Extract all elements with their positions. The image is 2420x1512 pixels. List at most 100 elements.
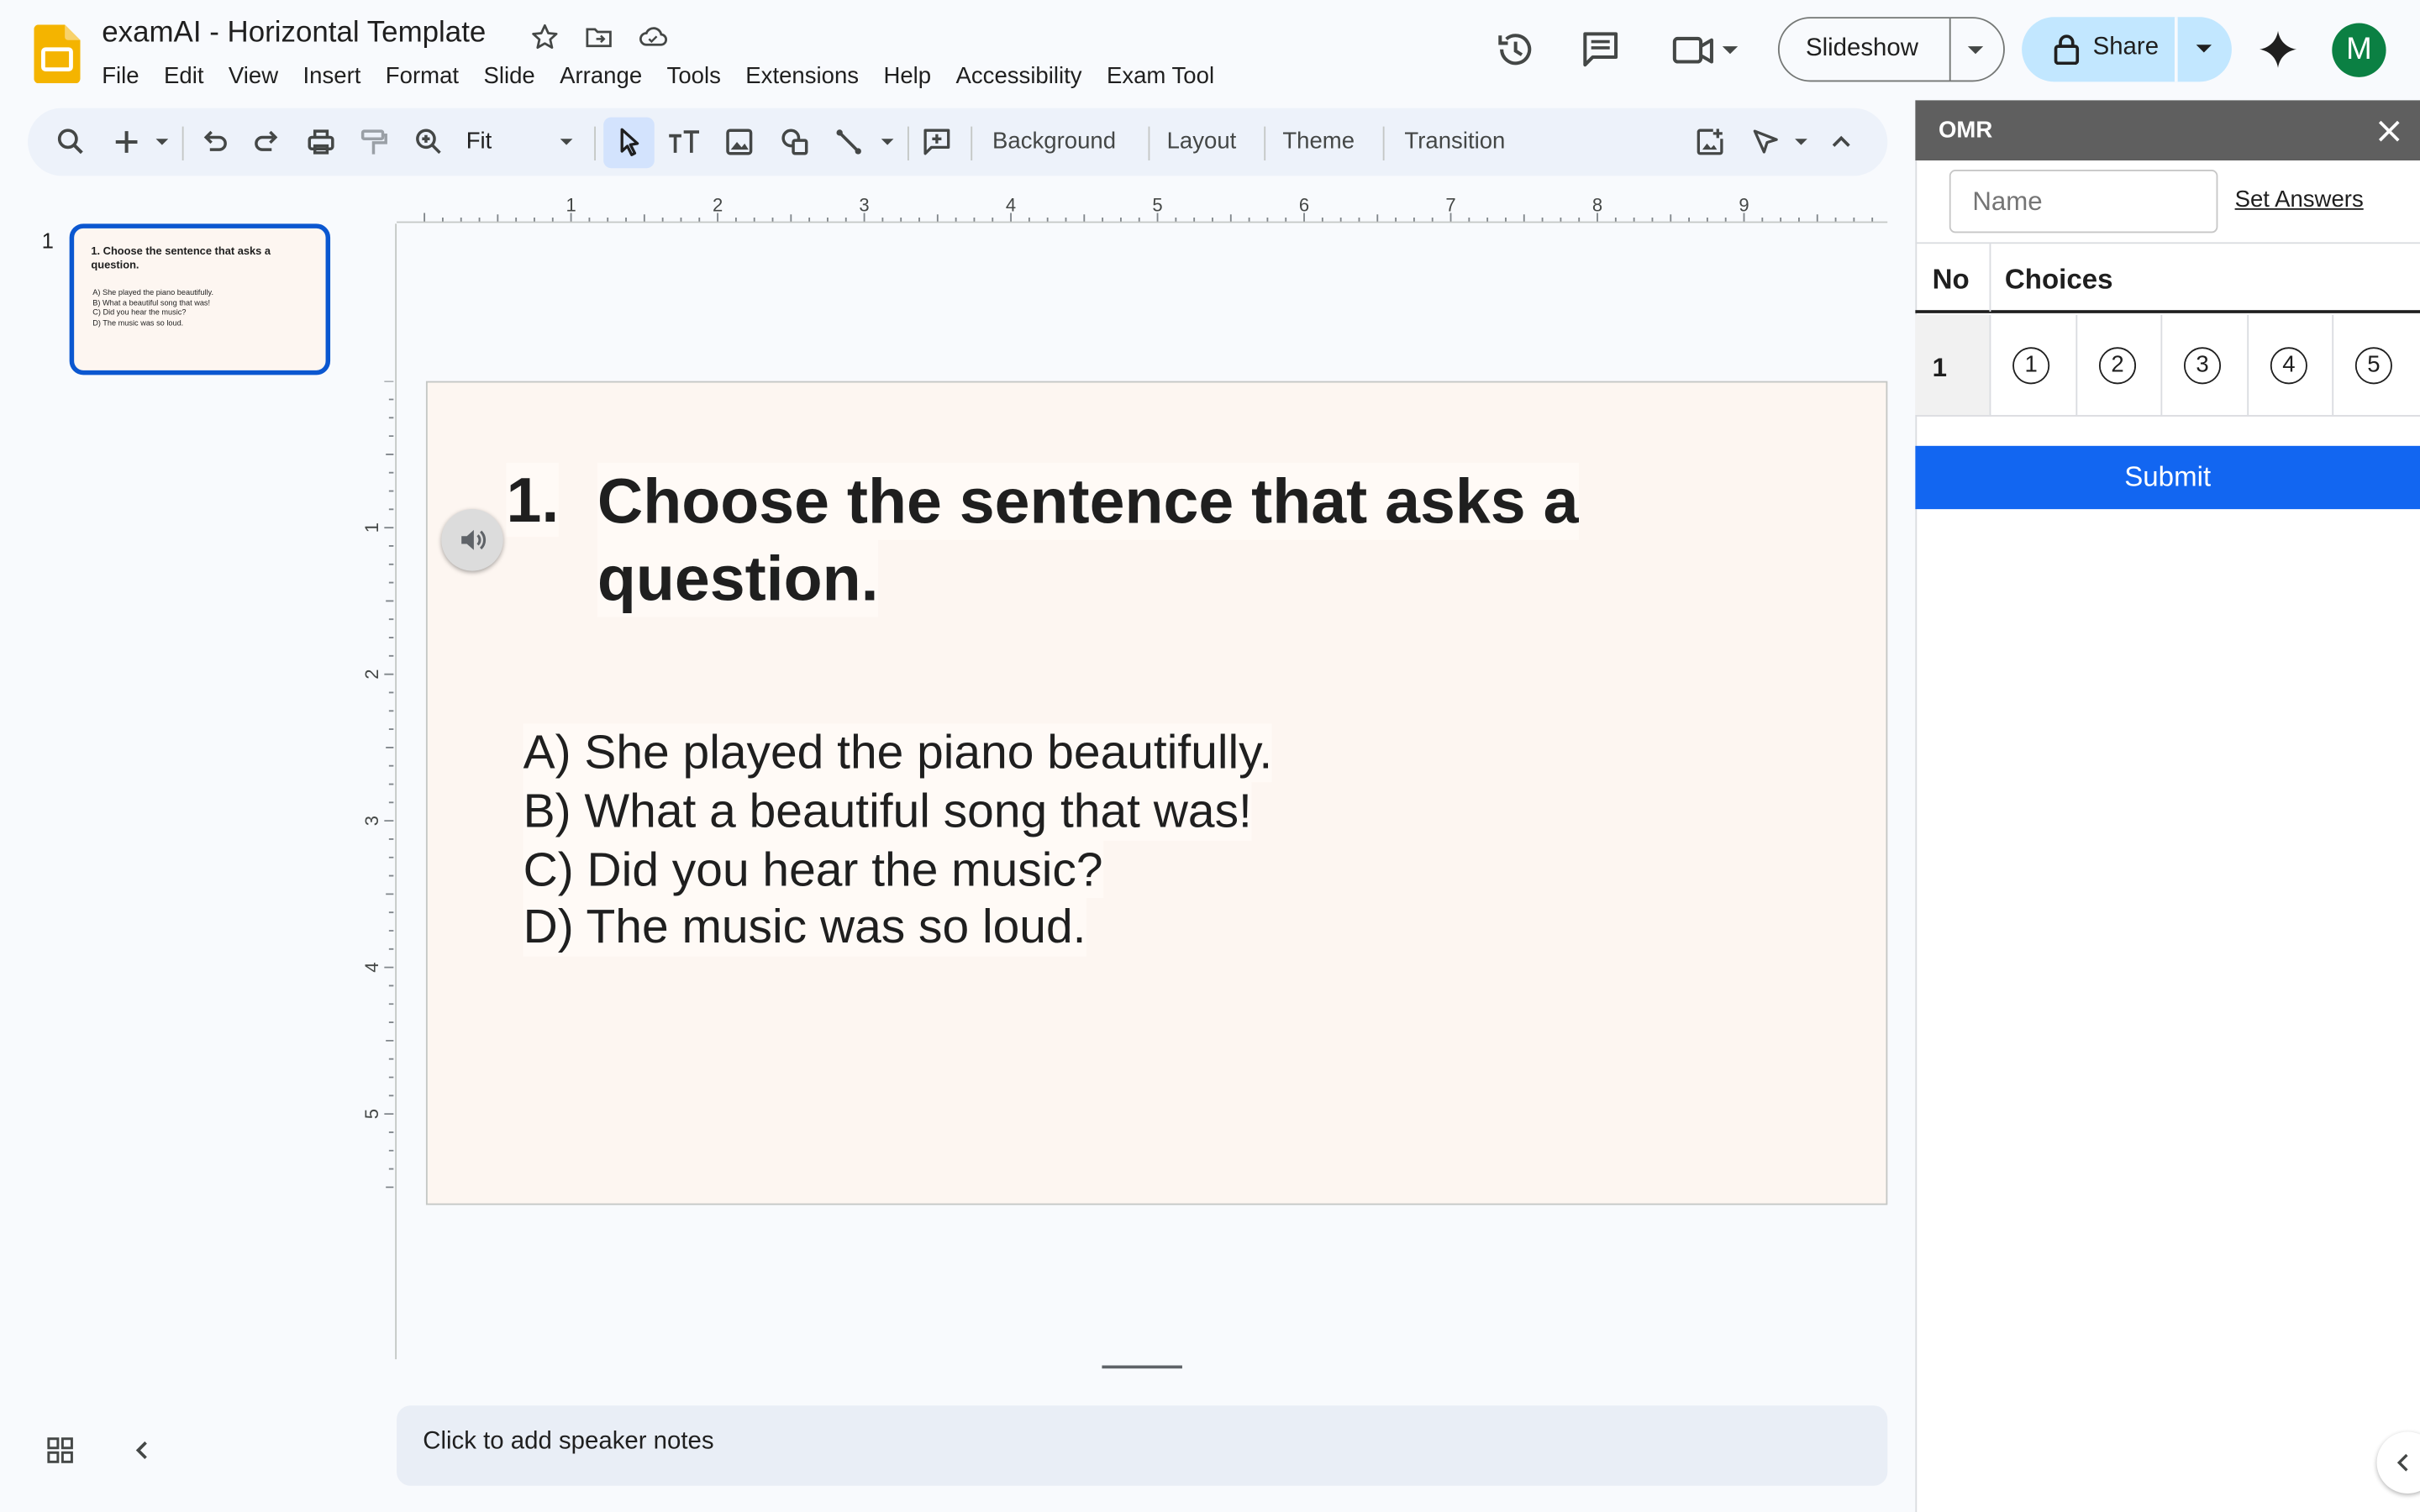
ruler-label: 1 bbox=[364, 522, 382, 533]
meet-camera-icon[interactable] bbox=[1670, 31, 1744, 71]
print-icon[interactable] bbox=[306, 127, 337, 158]
menu-bar: File Edit View Insert Format Slide Arran… bbox=[90, 59, 1227, 94]
name-input[interactable] bbox=[1949, 170, 2218, 234]
theme-button[interactable]: Theme bbox=[1282, 128, 1355, 154]
option-a: A) She played the piano beautifully. bbox=[523, 723, 1273, 782]
zoom-dropdown-icon[interactable] bbox=[555, 127, 577, 158]
audio-button[interactable] bbox=[441, 509, 503, 571]
choice-cell[interactable]: 5 bbox=[2332, 314, 2417, 416]
shape-icon[interactable] bbox=[780, 127, 811, 158]
set-answers-link[interactable]: Set Answers bbox=[2235, 186, 2364, 213]
pointer-mode-icon[interactable] bbox=[1750, 127, 1781, 158]
menu-arrange[interactable]: Arrange bbox=[547, 59, 654, 94]
slideshow-dropdown-icon[interactable] bbox=[1965, 43, 1986, 58]
insert-image-icon[interactable] bbox=[723, 127, 755, 158]
undo-icon[interactable] bbox=[199, 127, 230, 158]
toolbar-divider bbox=[182, 126, 184, 161]
paint-format-icon[interactable] bbox=[358, 127, 389, 158]
choice-bubble-3[interactable]: 3 bbox=[2183, 347, 2222, 385]
text-box-icon[interactable] bbox=[666, 127, 700, 158]
speaker-notes[interactable]: Click to add speaker notes bbox=[397, 1405, 1888, 1486]
menu-file[interactable]: File bbox=[90, 59, 152, 94]
submit-button[interactable]: Submit bbox=[1915, 445, 2420, 510]
thumbnail-option: B) What a beautiful song that was! bbox=[92, 298, 211, 308]
row-divider bbox=[1915, 415, 2420, 417]
zoom-select[interactable]: Fit bbox=[466, 128, 492, 154]
ruler-label: 4 bbox=[364, 963, 382, 973]
choice-bubble-4[interactable]: 4 bbox=[2270, 347, 2307, 385]
menu-insert[interactable]: Insert bbox=[291, 59, 373, 94]
row-number-cell bbox=[1915, 314, 1990, 416]
user-avatar[interactable]: M bbox=[2332, 23, 2386, 77]
ruler-label: 1 bbox=[566, 195, 576, 216]
menu-view[interactable]: View bbox=[216, 59, 291, 94]
pointer-dropdown-icon[interactable] bbox=[1791, 127, 1812, 158]
option-b: B) What a beautiful song that was! bbox=[523, 781, 1252, 841]
menu-format[interactable]: Format bbox=[373, 59, 471, 94]
question-line: Choose the sentence that asks a bbox=[597, 463, 1579, 540]
answer-options[interactable]: A) She played the piano beautifully. B) … bbox=[523, 723, 1273, 958]
gemini-sparkle-icon[interactable] bbox=[2256, 28, 2299, 71]
new-slide-icon[interactable] bbox=[111, 127, 142, 158]
question-number[interactable]: 1. bbox=[506, 463, 560, 538]
question-text[interactable]: Choose the sentence that asks a question… bbox=[597, 463, 1579, 617]
share-dropdown-icon[interactable] bbox=[2193, 42, 2215, 57]
line-dropdown-icon[interactable] bbox=[876, 127, 898, 158]
thumbnail-question: 1. Choose the sentence that asks a quest… bbox=[91, 246, 271, 272]
ruler-label: 5 bbox=[1152, 195, 1162, 216]
menu-slide[interactable]: Slide bbox=[471, 59, 548, 94]
canvas-left-border bbox=[395, 223, 397, 1360]
slide-number: 1 bbox=[41, 228, 54, 254]
comments-icon[interactable] bbox=[1579, 28, 1622, 71]
new-slide-dropdown-icon[interactable] bbox=[151, 127, 173, 158]
slideshow-button[interactable]: Slideshow bbox=[1777, 17, 2005, 82]
move-folder-icon[interactable] bbox=[583, 22, 614, 53]
choice-bubble-1[interactable]: 1 bbox=[2012, 347, 2050, 385]
background-button[interactable]: Background bbox=[992, 128, 1116, 154]
star-icon[interactable] bbox=[529, 22, 560, 53]
redo-icon[interactable] bbox=[251, 127, 282, 158]
slide-thumbnail[interactable]: 1. Choose the sentence that asks a quest… bbox=[69, 223, 331, 375]
add-comment-icon[interactable] bbox=[922, 127, 953, 158]
cloud-saved-icon[interactable] bbox=[638, 22, 669, 53]
toolbar-divider bbox=[908, 126, 909, 161]
select-cursor-icon[interactable] bbox=[614, 127, 645, 158]
menu-extensions[interactable]: Extensions bbox=[734, 59, 871, 94]
share-button[interactable]: Share bbox=[2022, 17, 2232, 82]
choice-bubble-5[interactable]: 5 bbox=[2354, 347, 2392, 385]
choice-cell[interactable]: 3 bbox=[2160, 314, 2245, 416]
close-icon[interactable] bbox=[2374, 116, 2405, 147]
share-divider bbox=[2174, 17, 2178, 82]
collapse-toolbar-icon[interactable] bbox=[1826, 127, 1857, 158]
toolbar-divider bbox=[971, 126, 973, 161]
slideshow-label: Slideshow bbox=[1805, 35, 1918, 62]
thumbnail-option: D) The music was so loud. bbox=[92, 318, 184, 328]
choice-cell[interactable]: 4 bbox=[2247, 314, 2332, 416]
version-history-icon[interactable] bbox=[1494, 28, 1537, 71]
zoom-icon[interactable] bbox=[413, 127, 445, 158]
ruler-label: 5 bbox=[364, 1109, 382, 1119]
omr-table-header bbox=[1915, 242, 2420, 313]
menu-exam-tool[interactable]: Exam Tool bbox=[1094, 59, 1227, 94]
ruler-label: 9 bbox=[1739, 195, 1749, 216]
collapse-filmstrip-icon[interactable] bbox=[129, 1438, 154, 1462]
document-title[interactable]: examAI - Horizontal Template bbox=[102, 17, 486, 50]
line-icon[interactable] bbox=[834, 127, 865, 158]
choice-cell[interactable]: 1 bbox=[1989, 314, 2075, 416]
toolbar-divider bbox=[1264, 126, 1266, 161]
menu-edit[interactable]: Edit bbox=[151, 59, 216, 94]
column-header-no: No bbox=[1932, 264, 1970, 295]
menu-tools[interactable]: Tools bbox=[655, 59, 734, 94]
notes-resize-handle[interactable] bbox=[1102, 1365, 1182, 1369]
add-image-icon[interactable] bbox=[1695, 127, 1726, 158]
choice-cell[interactable]: 2 bbox=[2075, 314, 2160, 416]
choice-bubble-2[interactable]: 2 bbox=[2098, 347, 2137, 385]
transition-button[interactable]: Transition bbox=[1404, 128, 1505, 154]
thumbnail-options: A) She played the piano beautifully. B) … bbox=[92, 288, 213, 328]
menu-accessibility[interactable]: Accessibility bbox=[944, 59, 1094, 94]
slides-logo-icon[interactable] bbox=[34, 24, 81, 84]
grid-view-icon[interactable] bbox=[46, 1436, 74, 1464]
search-menus-icon[interactable] bbox=[55, 127, 87, 158]
layout-button[interactable]: Layout bbox=[1167, 128, 1237, 154]
menu-help[interactable]: Help bbox=[871, 59, 944, 94]
